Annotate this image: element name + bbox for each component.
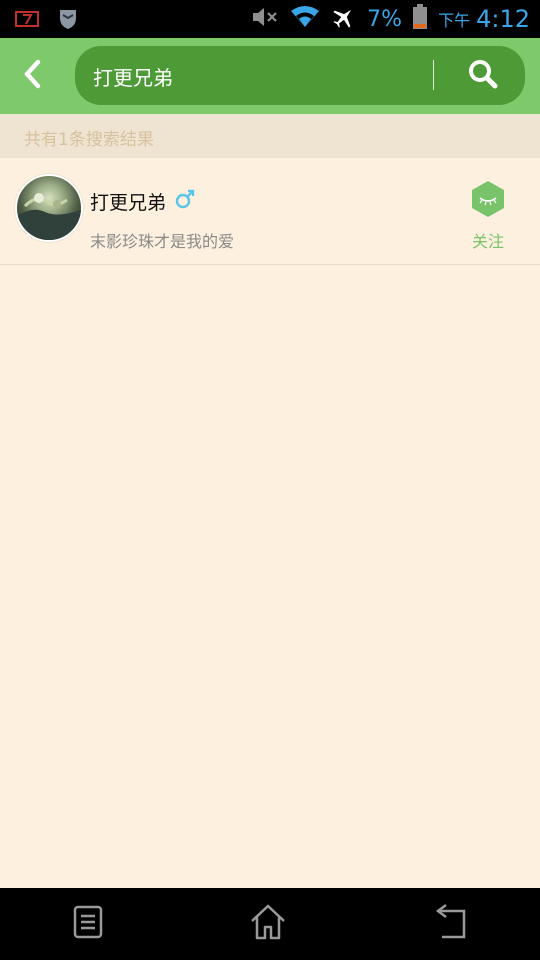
return-icon <box>430 903 470 945</box>
navigation-bar <box>0 888 540 960</box>
shield-icon <box>58 8 78 34</box>
status-bar: 7% 下午 4:12 <box>0 0 540 38</box>
back-nav-button[interactable] <box>420 900 480 948</box>
avatar[interactable] <box>15 174 83 242</box>
search-icon <box>467 58 499 94</box>
result-count-text: 共有1条搜索结果 <box>24 130 154 150</box>
user-name: 打更兄弟 <box>90 192 167 214</box>
search-input[interactable] <box>91 56 425 96</box>
battery-percent: 7% <box>367 6 403 32</box>
follow-label: 关注 <box>471 232 504 251</box>
search-button[interactable] <box>453 54 513 98</box>
back-button[interactable] <box>14 56 50 96</box>
follow-hexagon-icon <box>470 180 506 222</box>
search-box <box>75 46 525 105</box>
follow-button[interactable]: 关注 <box>468 180 508 251</box>
chevron-left-icon <box>22 59 42 93</box>
ampm-label: 下午 <box>438 11 471 30</box>
list-item[interactable]: 打更兄弟 末影珍珠才是我的爱 关注 <box>0 158 540 265</box>
mute-icon <box>251 5 279 33</box>
airplane-mode-icon <box>331 5 357 33</box>
wifi-icon <box>289 5 321 33</box>
clock: 4:12 <box>476 5 530 33</box>
search-header <box>0 38 540 114</box>
notification-app-icon <box>14 9 40 33</box>
home-button[interactable] <box>238 900 298 948</box>
male-icon <box>174 188 196 214</box>
user-signature: 末影珍珠才是我的爱 <box>90 232 235 251</box>
menu-icon <box>73 905 103 943</box>
home-icon <box>248 903 288 945</box>
menu-button[interactable] <box>58 900 118 948</box>
result-count-bar: 共有1条搜索结果 <box>0 114 540 158</box>
battery-icon <box>412 4 428 34</box>
search-divider <box>433 60 434 90</box>
